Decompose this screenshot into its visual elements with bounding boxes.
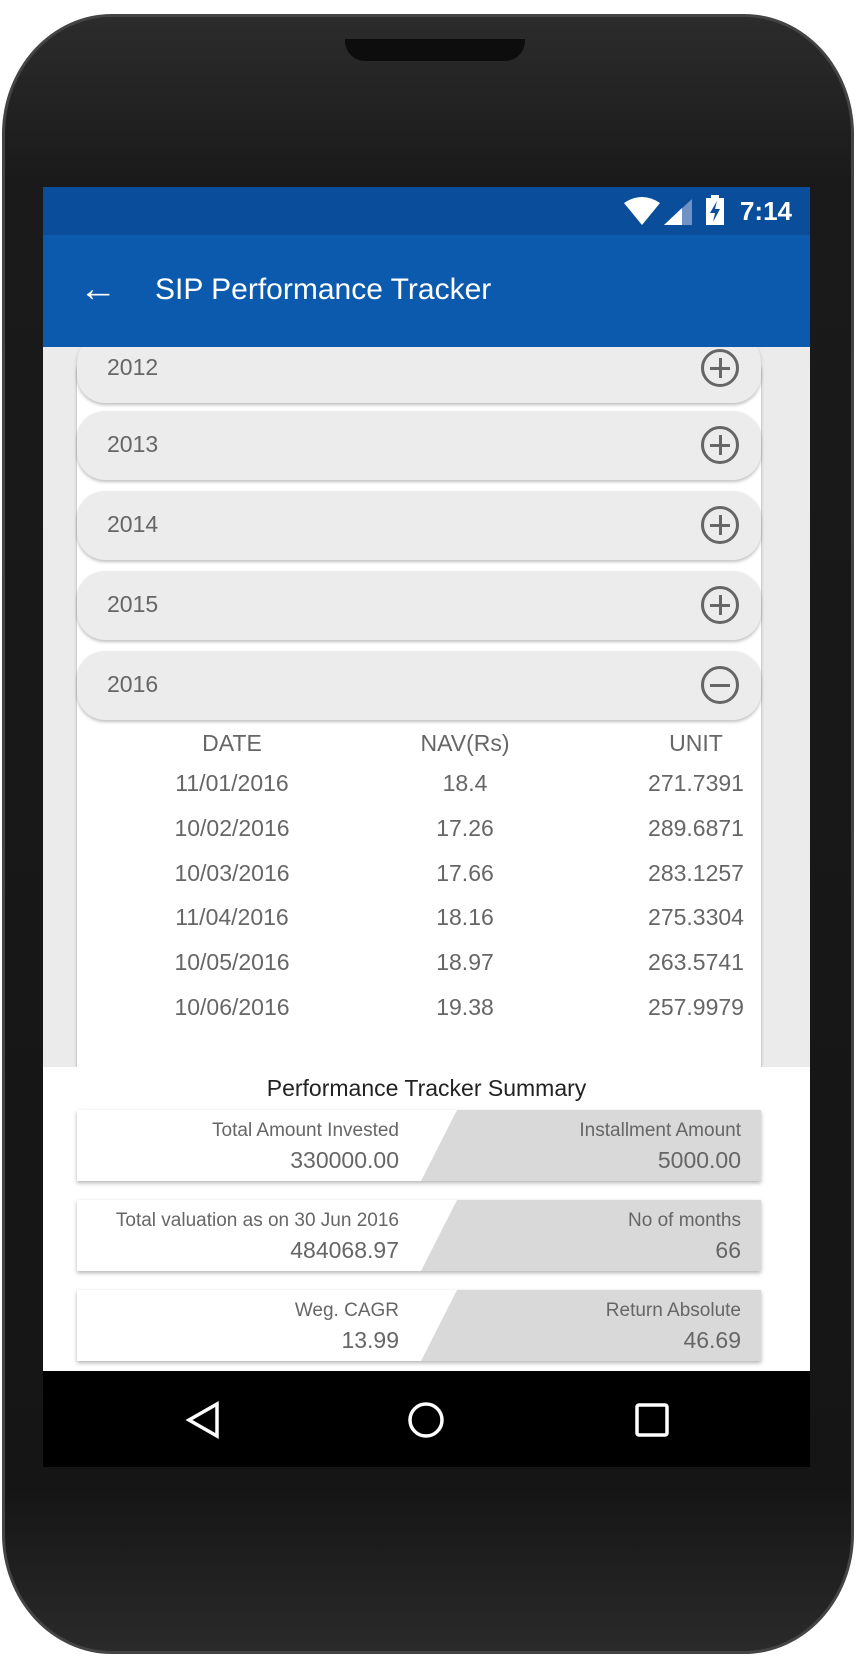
plus-circle-icon[interactable]	[701, 349, 739, 387]
summary-card: Total valuation as on 30 Jun 2016 484068.…	[77, 1200, 761, 1271]
year-label: 2012	[107, 354, 159, 380]
right-label: Installment Amount	[579, 1120, 741, 1141]
cell-date: 11/04/2016	[175, 904, 289, 931]
page-title: SIP Performance Tracker	[155, 273, 492, 306]
minus-circle-icon[interactable]	[701, 666, 739, 704]
signal-icon	[664, 199, 692, 225]
year-list[interactable]: 2012 2013 2014 2015 2016 DATE NAV(Rs) UN…	[43, 347, 810, 1067]
cell-nav: 18.16	[436, 904, 494, 931]
year-label: 2014	[107, 511, 159, 537]
right-value: 46.69	[683, 1327, 741, 1353]
cell-date: 10/02/2016	[174, 814, 290, 841]
right-value: 66	[715, 1237, 741, 1263]
year-row-2016[interactable]: 2016	[77, 651, 761, 720]
plus-circle-icon[interactable]	[701, 586, 739, 624]
cell-unit: 289.6871	[648, 814, 744, 841]
wifi-icon	[624, 197, 660, 225]
left-value: 330000.00	[290, 1147, 399, 1173]
left-label: Total valuation as on 30 Jun 2016	[115, 1210, 399, 1231]
navigation-bar	[43, 1371, 810, 1467]
screen: 7:14 ← SIP Performance Tracker 2012 2013…	[43, 187, 810, 1467]
cell-nav: 17.26	[436, 814, 494, 841]
year-label: 2016	[107, 671, 159, 697]
home-circle-icon[interactable]	[407, 1401, 445, 1439]
summary-title: Performance Tracker Summary	[266, 1075, 587, 1101]
cell-nav: 17.66	[436, 859, 494, 886]
toolbar: ← SIP Performance Tracker	[43, 235, 810, 347]
header-unit: UNIT	[669, 730, 723, 756]
left-value: 484068.97	[290, 1237, 399, 1263]
header-date: DATE	[202, 730, 262, 756]
year-row-2013[interactable]: 2013	[77, 411, 761, 480]
cell-unit: 263.5741	[648, 949, 744, 976]
cell-date: 11/01/2016	[175, 770, 289, 796]
battery-charging-icon	[706, 195, 724, 225]
cell-unit: 275.3304	[648, 904, 744, 931]
year-row-2014[interactable]: 2014	[77, 491, 761, 560]
cell-date: 10/06/2016	[174, 994, 290, 1020]
back-triangle-icon[interactable]	[185, 1401, 221, 1439]
cell-nav: 18.4	[442, 770, 488, 796]
cell-unit: 271.7391	[648, 770, 744, 796]
summary-card: Weg. CAGR 13.99 Return Absolute 46.69	[77, 1290, 761, 1361]
left-label: Total Amount Invested	[212, 1120, 399, 1141]
status-bar: 7:14	[43, 187, 810, 235]
year-row-2015[interactable]: 2015	[77, 571, 761, 640]
arrow-left-icon[interactable]: ←	[79, 269, 117, 309]
cell-date: 10/05/2016	[174, 949, 290, 976]
right-label: No of months	[628, 1210, 741, 1231]
recents-square-icon[interactable]	[634, 1402, 670, 1438]
year-label: 2013	[107, 431, 159, 457]
cell-nav: 19.38	[436, 994, 494, 1020]
year-row-2012[interactable]: 2012	[77, 347, 761, 403]
year-label: 2015	[107, 591, 159, 617]
cell-date: 10/03/2016	[174, 859, 290, 886]
right-label: Return Absolute	[605, 1300, 741, 1321]
status-time: 7:14	[739, 196, 792, 226]
left-value: 13.99	[341, 1327, 399, 1353]
cell-nav: 18.97	[436, 949, 494, 976]
plus-circle-icon[interactable]	[701, 506, 739, 544]
cell-unit: 283.1257	[648, 859, 744, 886]
header-nav: NAV(Rs)	[420, 730, 510, 756]
left-label: Weg. CAGR	[294, 1300, 399, 1321]
speaker-grille	[345, 39, 525, 61]
cell-unit: 257.9979	[648, 994, 744, 1020]
plus-circle-icon[interactable]	[701, 426, 739, 464]
summary-card: Total Amount Invested 330000.00 Installmen…	[77, 1110, 761, 1181]
right-value: 5000.00	[657, 1147, 741, 1173]
